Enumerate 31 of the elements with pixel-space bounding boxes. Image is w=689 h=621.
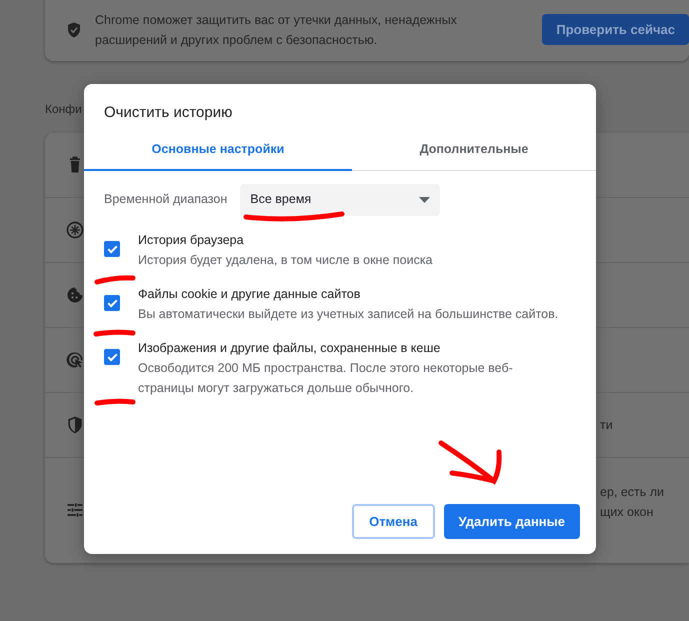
delete-data-button[interactable]: Удалить данные [444, 504, 580, 539]
dialog-title: Очистить историю [104, 104, 232, 121]
annotation-underline [94, 330, 136, 336]
cursor-icon [65, 350, 85, 370]
option-description: История будет удалена, в том числе в окне поиска [138, 252, 434, 269]
tab[interactable]: Дополнительные [352, 134, 596, 171]
security-message: Chrome поможет защитить вас от утечки данных, ненадежных расширений и других проблем с безопасностью. [95, 12, 458, 49]
option-title: Изображения и другие файлы, сохраненные в кеше [138, 340, 442, 357]
option-title: Файлы cookie и другие данные сайтов [138, 286, 362, 303]
sync-icon [65, 220, 85, 240]
tab[interactable]: Основные настройки [84, 134, 352, 171]
check-now-button[interactable]: Проверить сейчас [542, 14, 689, 46]
cancel-button[interactable]: Отмена [352, 504, 434, 539]
cookie-icon [65, 285, 85, 305]
annotation-arrow [438, 440, 502, 484]
caret-icon [419, 196, 430, 203]
setting-text: ти [600, 417, 613, 434]
time-range-select[interactable]: Все время [240, 184, 440, 216]
shield-check-icon [65, 20, 83, 40]
annotation-underline [94, 398, 136, 406]
setting-text: ер, есть ли [600, 484, 664, 501]
checkbox[interactable] [104, 294, 120, 311]
checkbox[interactable] [104, 348, 120, 365]
setting-text: щих окон [600, 504, 654, 521]
option-title: История браузера [138, 232, 245, 249]
section-heading: Конфи [45, 102, 82, 116]
annotation-underline [94, 275, 136, 284]
time-range-label: Временной диапазон [104, 191, 228, 208]
option-description: Освободится 200 МБ пространства. После этого некоторые веб-страницы могут загружаться дольше обычного. [138, 360, 514, 397]
checkbox[interactable] [104, 240, 120, 257]
option-description: Вы автоматически выйдете из учетных записей на большинстве сайтов. [138, 306, 560, 323]
